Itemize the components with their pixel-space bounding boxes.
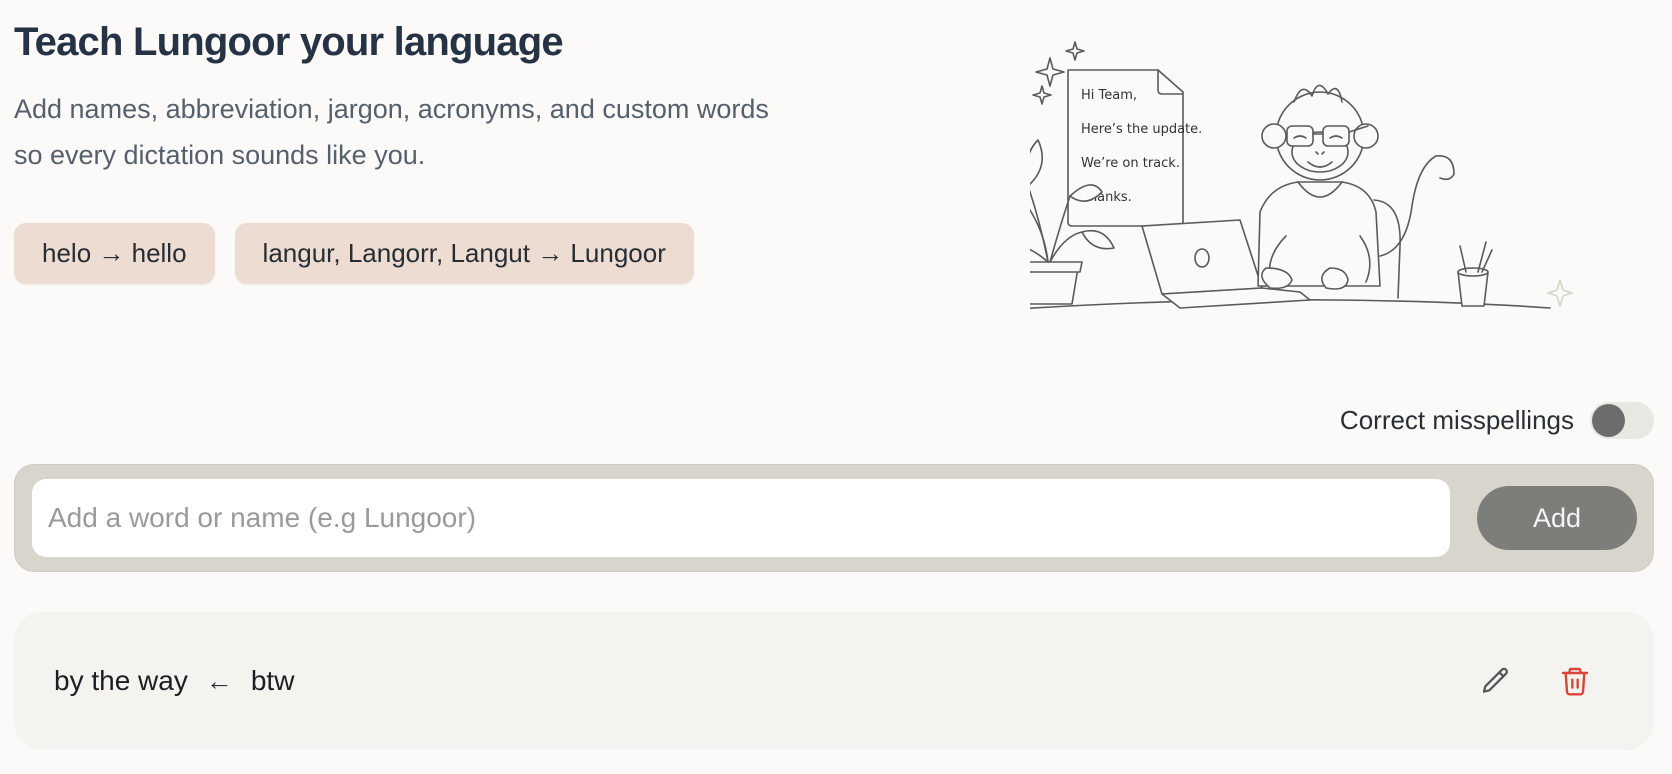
entry-original: btw [250,665,295,696]
note-line: Here’s the update. [1081,122,1202,137]
example-chips: helo → hello langur, Langorr, Langut → L… [14,223,694,284]
dictionary-entry: by the way ← btw [14,612,1654,750]
correct-misspellings-setting: Correct misspellings [1340,402,1654,439]
page-subtitle: Add names, abbreviation, jargon, acronym… [14,94,769,170]
edit-entry-button[interactable] [1476,661,1516,701]
example-chip: langur, Langorr, Langut → Lungoor [234,223,694,284]
add-word-input[interactable] [32,479,1450,557]
delete-entry-button[interactable] [1555,661,1595,701]
note-line: We’re on track. [1081,156,1180,171]
trash-icon [1561,667,1589,696]
add-word-panel: Add [14,464,1654,572]
hero-section: Teach Lungoor your language Add names, a… [14,0,994,340]
entry-mapping: by the way ← btw [54,665,294,697]
entry-replacement: by the way [54,665,188,696]
page-title: Teach Lungoor your language [14,20,564,64]
example-chip: helo → hello [14,223,215,284]
monkey-typing-illustration: Hi Team, Here’s the update. We’re on tra… [1030,41,1573,310]
pencil-icon [1482,667,1508,693]
toggle-knob [1592,404,1625,437]
arrow-left-icon: ← [205,665,233,696]
correct-misspellings-toggle[interactable] [1590,402,1654,439]
correct-misspellings-label: Correct misspellings [1339,405,1574,435]
note-line: Hi Team, [1081,88,1137,103]
add-button[interactable]: Add [1477,486,1637,550]
